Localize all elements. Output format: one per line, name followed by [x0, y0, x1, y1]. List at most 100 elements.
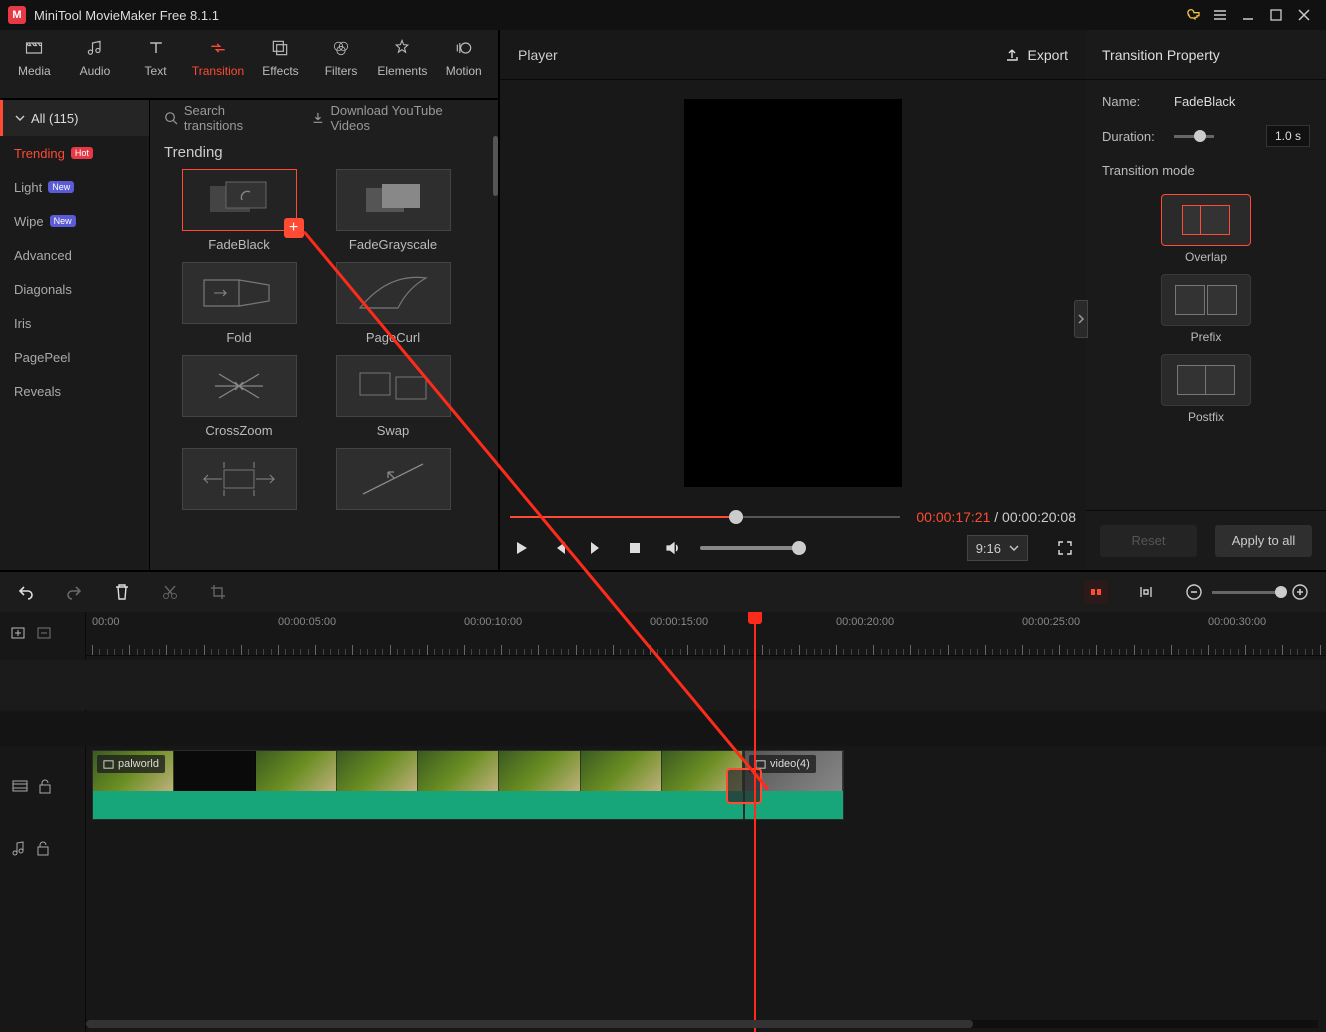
maximize-button[interactable]: [1262, 1, 1290, 29]
aspect-ratio-select[interactable]: 9:16: [967, 535, 1028, 561]
volume-knob[interactable]: [792, 541, 806, 555]
properties-panel: Transition Property Name: FadeBlack Dura…: [1086, 30, 1326, 570]
video-track[interactable]: palworld video(4): [0, 748, 1326, 824]
category-all[interactable]: All (115): [0, 100, 149, 136]
minimize-button[interactable]: [1234, 1, 1262, 29]
apply-all-button[interactable]: Apply to all: [1215, 525, 1312, 557]
close-button[interactable]: [1290, 1, 1318, 29]
category-wipe[interactable]: Wipe New: [0, 204, 149, 238]
zoom-in-button[interactable]: [1290, 582, 1310, 602]
ratio-value: 9:16: [976, 541, 1001, 556]
prop-duration-label: Duration:: [1102, 129, 1164, 144]
properties-title: Transition Property: [1086, 30, 1326, 80]
zoom-out-button[interactable]: [1184, 582, 1204, 602]
duration-knob[interactable]: [1194, 130, 1206, 142]
scrollbar[interactable]: [493, 136, 498, 196]
mode-overlap[interactable]: [1161, 194, 1251, 246]
duration-slider[interactable]: [1174, 135, 1214, 138]
titlebar: M MiniTool MovieMaker Free 8.1.1: [0, 0, 1326, 30]
transition-crosszoom[interactable]: CrossZoom: [164, 355, 314, 438]
transition-item[interactable]: [318, 448, 468, 516]
category-pagepeel[interactable]: PagePeel: [0, 340, 149, 374]
category-label: Wipe: [14, 214, 44, 229]
zoom-slider[interactable]: [1212, 591, 1282, 594]
mode-label: Transition mode: [1102, 163, 1310, 178]
ribbon-text[interactable]: Text: [131, 38, 180, 98]
mode-postfix[interactable]: [1161, 354, 1251, 406]
category-reveals[interactable]: Reveals: [0, 374, 149, 408]
thumb-label: Fold: [226, 330, 251, 345]
magnet-button[interactable]: [1084, 580, 1108, 604]
add-track-button[interactable]: [10, 624, 28, 642]
thumb-label: Swap: [377, 423, 410, 438]
category-light[interactable]: Light New: [0, 170, 149, 204]
duration-input[interactable]: 1.0 s: [1266, 125, 1310, 147]
timeline[interactable]: 00:0000:00:05:0000:00:10:0000:00:15:0000…: [0, 612, 1326, 1032]
scrub-knob[interactable]: [729, 510, 743, 524]
empty-track[interactable]: [0, 712, 1326, 746]
reset-button[interactable]: Reset: [1100, 525, 1197, 557]
download-icon: [311, 111, 325, 125]
remove-track-button[interactable]: [36, 624, 54, 642]
menu-icon[interactable]: [1206, 1, 1234, 29]
transition-fadeblack[interactable]: + FadeBlack: [164, 169, 314, 252]
volume-button[interactable]: [662, 537, 684, 559]
activate-icon[interactable]: [1178, 1, 1206, 29]
timecode: 00:00:17:21 / 00:00:20:08: [916, 509, 1076, 525]
export-button[interactable]: Export: [1004, 47, 1068, 63]
transition-swap[interactable]: Swap: [318, 355, 468, 438]
player-canvas[interactable]: [684, 99, 902, 487]
add-transition-button[interactable]: +: [284, 218, 304, 238]
category-trending[interactable]: Trending Hot: [0, 136, 149, 170]
thumb-label: PageCurl: [366, 330, 420, 345]
unlock-icon[interactable]: [36, 840, 50, 856]
ribbon-audio[interactable]: Audio: [71, 38, 120, 98]
transition-fold[interactable]: Fold: [164, 262, 314, 345]
fullscreen-button[interactable]: [1054, 537, 1076, 559]
prev-frame-button[interactable]: [548, 537, 570, 559]
redo-button[interactable]: [64, 582, 84, 602]
ribbon-transition[interactable]: Transition: [192, 38, 244, 98]
category-iris[interactable]: Iris: [0, 306, 149, 340]
zoom-knob[interactable]: [1275, 586, 1287, 598]
category-label: Trending: [14, 146, 65, 161]
playhead[interactable]: [754, 612, 756, 1032]
category-advanced[interactable]: Advanced: [0, 238, 149, 272]
play-button[interactable]: [510, 537, 532, 559]
autofit-button[interactable]: [1136, 582, 1156, 602]
category-label: Reveals: [14, 384, 61, 399]
empty-track[interactable]: [0, 660, 1326, 710]
next-frame-button[interactable]: [586, 537, 608, 559]
audio-track[interactable]: [0, 828, 1326, 868]
download-youtube[interactable]: Download YouTube Videos: [311, 103, 484, 133]
ribbon-elements[interactable]: Elements: [377, 38, 427, 98]
unlock-icon[interactable]: [38, 778, 52, 794]
section-title: Trending: [150, 136, 498, 165]
time-total: 00:00:20:08: [1002, 509, 1076, 525]
stop-button[interactable]: [624, 537, 646, 559]
ribbon-media[interactable]: Media: [10, 38, 59, 98]
clip-palworld[interactable]: palworld: [92, 750, 744, 820]
expand-tab[interactable]: [1074, 300, 1088, 338]
volume-slider[interactable]: [700, 546, 800, 550]
ribbon-filters[interactable]: Filters: [317, 38, 366, 98]
crop-button[interactable]: [208, 582, 228, 602]
transition-fadegrayscale[interactable]: FadeGrayscale: [318, 169, 468, 252]
video-track-icon: [12, 778, 28, 794]
ribbon-effects[interactable]: Effects: [256, 38, 305, 98]
split-button[interactable]: [160, 582, 180, 602]
timeline-scrollbar[interactable]: [86, 1020, 1318, 1028]
category-diagonals[interactable]: Diagonals: [0, 272, 149, 306]
thumb-label: FadeBlack: [208, 237, 269, 252]
mode-prefix[interactable]: [1161, 274, 1251, 326]
timeline-ruler[interactable]: 00:0000:00:05:0000:00:10:0000:00:15:0000…: [86, 612, 1326, 656]
transition-pagecurl[interactable]: PageCurl: [318, 262, 468, 345]
transition-item[interactable]: [164, 448, 314, 516]
scrub-bar[interactable]: 00:00:17:21 / 00:00:20:08: [510, 506, 1076, 528]
ribbon-motion[interactable]: Motion: [439, 38, 488, 98]
delete-button[interactable]: [112, 582, 132, 602]
ribbon: Media Audio Text Transition Effects Filt…: [0, 30, 498, 100]
undo-button[interactable]: [16, 582, 36, 602]
search-transitions[interactable]: Search transitions: [164, 103, 287, 133]
transition-marker[interactable]: [726, 768, 762, 804]
